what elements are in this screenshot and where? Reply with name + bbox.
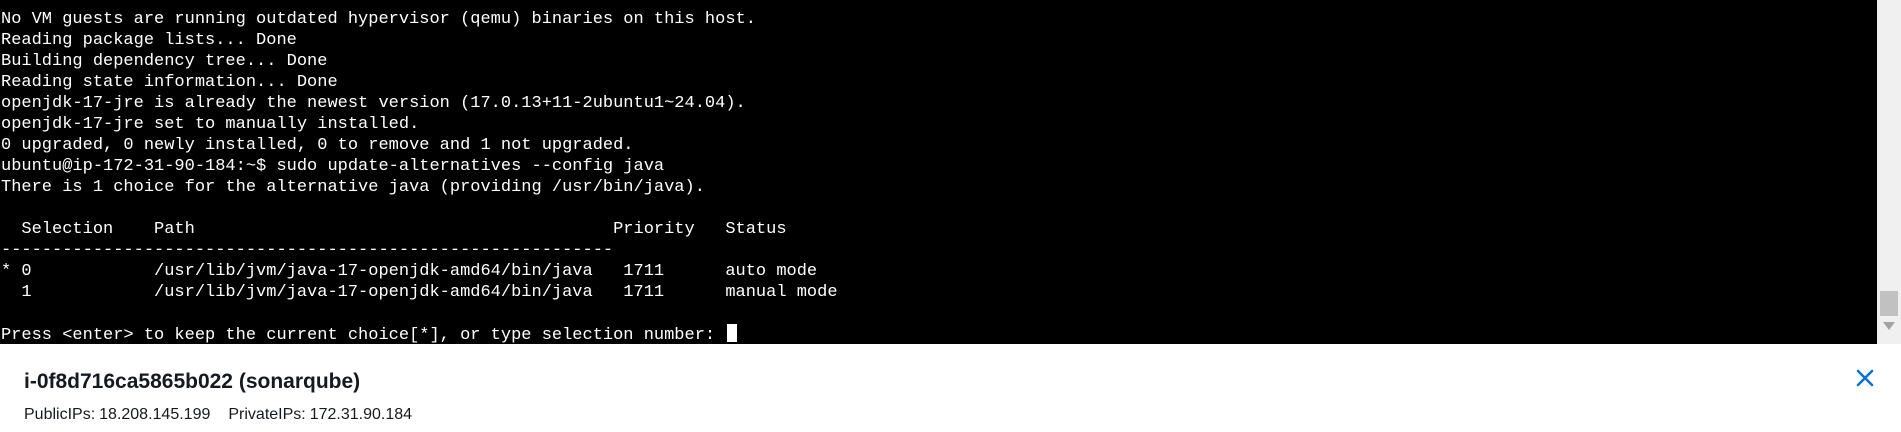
terminal-line: Building dependency tree... Done xyxy=(1,52,328,71)
instance-info-panel: i-0f8d716ca5865b022 (sonarqube) PublicIP… xyxy=(0,344,1901,432)
terminal-output[interactable]: No VM guests are running outdated hyperv… xyxy=(0,9,1862,344)
terminal-line: No VM guests are running outdated hyperv… xyxy=(1,10,756,29)
public-ip-label: PublicIPs: xyxy=(24,406,96,423)
alternatives-table-header: Selection Path Priority Status xyxy=(1,220,787,239)
alternatives-table-row: * 0 /usr/lib/jvm/java-17-openjdk-amd64/b… xyxy=(1,262,818,281)
alternatives-table-divider: ----------------------------------------… xyxy=(1,241,614,260)
terminal-line: Reading package lists... Done xyxy=(1,31,297,50)
terminal-line: There is 1 choice for the alternative ja… xyxy=(1,178,705,197)
terminal-line: ubuntu@ip-172-31-90-184:~$ sudo update-a… xyxy=(1,157,665,176)
instance-ip-row: PublicIPs: 18.208.145.199 PrivateIPs: 172.3… xyxy=(24,406,416,424)
private-ip-label: PrivateIPs: xyxy=(228,406,306,423)
terminal-scrollbar[interactable] xyxy=(1877,0,1901,344)
terminal-line: openjdk-17-jre set to manually installed… xyxy=(1,115,420,134)
scroll-down-arrow-icon[interactable] xyxy=(1883,322,1895,330)
terminal-line: openjdk-17-jre is already the newest ver… xyxy=(1,94,746,113)
public-ip-value: 18.208.145.199 xyxy=(99,406,211,423)
close-icon xyxy=(1856,369,1874,387)
terminal-prompt-line[interactable]: Press <enter> to keep the current choice… xyxy=(0,324,1862,344)
scrollbar-thumb[interactable] xyxy=(1880,291,1898,316)
alternatives-table-row: 1 /usr/lib/jvm/java-17-openjdk-amd64/bin… xyxy=(1,283,838,302)
terminal-cursor[interactable] xyxy=(727,324,738,342)
terminal-line: Reading state information... Done xyxy=(1,73,338,92)
private-ip-value: 172.31.90.184 xyxy=(309,406,413,423)
instance-title: i-0f8d716ca5865b022 (sonarqube) xyxy=(24,370,361,393)
terminal-line: 0 upgraded, 0 newly installed, 0 to remo… xyxy=(1,136,634,155)
prompt-text: Press <enter> to keep the current choice… xyxy=(1,326,726,344)
terminal-window[interactable]: No VM guests are running outdated hyperv… xyxy=(0,0,1901,344)
close-button[interactable] xyxy=(1851,364,1879,392)
